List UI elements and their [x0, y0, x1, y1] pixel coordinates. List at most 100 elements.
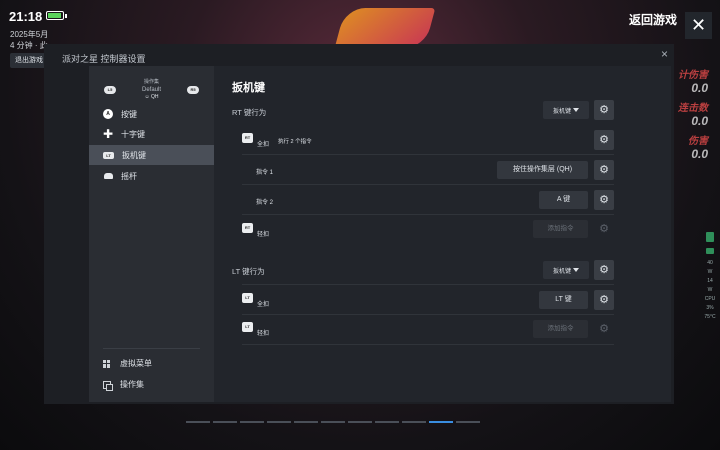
gpu-bar: [706, 232, 714, 242]
rt-badge-icon: RT: [242, 223, 253, 233]
rt-mode-value: 扳机键: [552, 108, 571, 115]
stat-label: 伤害: [688, 136, 708, 147]
sidebar-item-label: 操作集: [120, 380, 144, 389]
rt-badge-icon: RT: [242, 133, 253, 143]
lt-full-press-label: 全扣: [257, 302, 270, 308]
dpad-icon: ✚: [102, 127, 114, 141]
date-text: 2025年5月: [10, 30, 49, 39]
lt-behavior-label: LT 键行为: [232, 267, 265, 276]
rt-mode-dropdown[interactable]: 扳机键: [543, 101, 589, 119]
perf-value: 3%: [706, 305, 714, 311]
chevron-down-icon: [573, 268, 579, 272]
page-dot[interactable]: [186, 421, 210, 423]
lt-mode-dropdown[interactable]: 扳机键: [543, 261, 589, 279]
page-indicator: [186, 421, 480, 423]
sidebar-item-buttons[interactable]: A 按键: [89, 104, 214, 124]
sidebar: L5 R5 操作集 Default ☺ QH A 按键 ✚ 十字键 LT 扳机键…: [89, 66, 214, 402]
page-dot[interactable]: [321, 421, 345, 423]
elapsed-text: 4 分钟 · 此: [10, 41, 48, 50]
sidebar-item-label: 摇杆: [121, 171, 137, 181]
profile-user: ☺ QH: [144, 94, 159, 100]
sidebar-item-label: 按键: [121, 109, 137, 119]
sidebar-item-dpad[interactable]: ✚ 十字键: [89, 124, 214, 144]
rt-command-2-button[interactable]: A 键: [539, 191, 588, 209]
page-dot[interactable]: [240, 421, 264, 423]
sidebar-item-label: 虚拟菜单: [120, 359, 152, 368]
rt-command-1-button[interactable]: 按住操作集层 (QH): [497, 161, 588, 179]
page-title: 扳机键: [232, 82, 265, 94]
stat-label: 计伤害: [678, 70, 708, 81]
lt-badge-icon: LT: [242, 322, 253, 332]
lt-settings-gear-icon[interactable]: ⚙: [594, 260, 614, 280]
perf-value: 40: [707, 260, 713, 266]
rt-command-2-label: 指令 2: [256, 200, 274, 206]
rt-behavior-label: RT 键行为: [232, 108, 267, 117]
return-to-game-button[interactable]: 返回游戏: [629, 11, 677, 28]
sidebar-item-triggers[interactable]: LT 扳机键: [89, 145, 214, 165]
close-icon[interactable]: ✕: [685, 12, 712, 39]
page-dot[interactable]: [429, 421, 453, 423]
chevron-down-icon: [573, 108, 579, 112]
page-dot[interactable]: [348, 421, 372, 423]
perf-value: 75°C: [704, 314, 716, 320]
divider: [242, 314, 614, 315]
divider: [242, 154, 614, 155]
rt-command-1-label: 指令 1: [256, 170, 274, 176]
l5-icon[interactable]: L5: [104, 86, 116, 94]
perf-label: CPU: [704, 296, 716, 302]
sidebar-item-joysticks[interactable]: 摇杆: [89, 166, 214, 186]
rt-soft-press-label: 轻扣: [257, 232, 270, 238]
lt-badge-icon: LT: [242, 293, 253, 303]
performance-overlay: 40 W 14 W CPU 3% 75°C: [702, 232, 718, 323]
cpu-bar: [706, 248, 714, 254]
profile-label: 操作集: [143, 79, 159, 85]
profile-user-label: QH: [151, 94, 159, 100]
lt-trigger-icon: LT: [103, 151, 114, 159]
stat-value: 0.0: [691, 114, 708, 128]
rt-soft-press-gear-icon[interactable]: ⚙: [594, 219, 614, 239]
exit-game-button[interactable]: 退出游戏: [10, 53, 48, 68]
controller-settings-dialog: 派对之星 控制器设置 × L5 R5 操作集 Default ☺ QH A 按键…: [44, 44, 674, 404]
sidebar-item-virtual-menu[interactable]: 虚拟菜单: [103, 358, 152, 369]
divider: [242, 284, 614, 285]
lt-full-press-button[interactable]: LT 键: [539, 291, 588, 309]
perf-value: 14: [707, 278, 713, 284]
rt-command-1-gear-icon[interactable]: ⚙: [594, 160, 614, 180]
rt-settings-gear-icon[interactable]: ⚙: [594, 100, 614, 120]
a-button-icon: A: [103, 109, 113, 119]
sidebar-item-label: 扳机键: [122, 150, 146, 160]
page-dot[interactable]: [456, 421, 480, 423]
rt-full-press-note: 执行 2 个指令: [278, 139, 312, 145]
lt-soft-press-label: 轻扣: [257, 331, 270, 337]
divider: [242, 184, 614, 185]
sidebar-item-label: 十字键: [121, 129, 145, 139]
battery-icon: [46, 11, 67, 20]
copy-icon: [103, 380, 113, 391]
rt-full-press-gear-icon[interactable]: ⚙: [594, 130, 614, 150]
r5-icon[interactable]: R5: [187, 86, 199, 94]
divider: [242, 344, 614, 345]
perf-unit: W: [707, 287, 713, 293]
lt-soft-press-gear-icon[interactable]: ⚙: [594, 319, 614, 339]
status-bar: 21:18: [0, 0, 720, 30]
sidebar-item-action-sets[interactable]: 操作集: [103, 379, 144, 391]
lt-full-press-gear-icon[interactable]: ⚙: [594, 290, 614, 310]
page-dot[interactable]: [375, 421, 399, 423]
rt-add-command-button[interactable]: 添加指令: [533, 220, 588, 238]
joystick-icon: [103, 171, 113, 181]
grid-icon: [103, 359, 111, 368]
perf-unit: W: [707, 269, 713, 275]
rt-command-2-gear-icon[interactable]: ⚙: [594, 190, 614, 210]
stat-label: 连击数: [678, 103, 708, 114]
page-dot[interactable]: [267, 421, 291, 423]
page-dot[interactable]: [402, 421, 426, 423]
page-dot[interactable]: [213, 421, 237, 423]
dialog-title: 派对之星 控制器设置: [62, 54, 146, 64]
page-dot[interactable]: [294, 421, 318, 423]
divider: [242, 214, 614, 215]
close-icon[interactable]: ×: [661, 47, 668, 61]
sidebar-divider: [103, 348, 200, 349]
lt-mode-value: 扳机键: [552, 268, 571, 275]
clock: 21:18: [9, 9, 43, 24]
lt-add-command-button[interactable]: 添加指令: [533, 320, 588, 338]
